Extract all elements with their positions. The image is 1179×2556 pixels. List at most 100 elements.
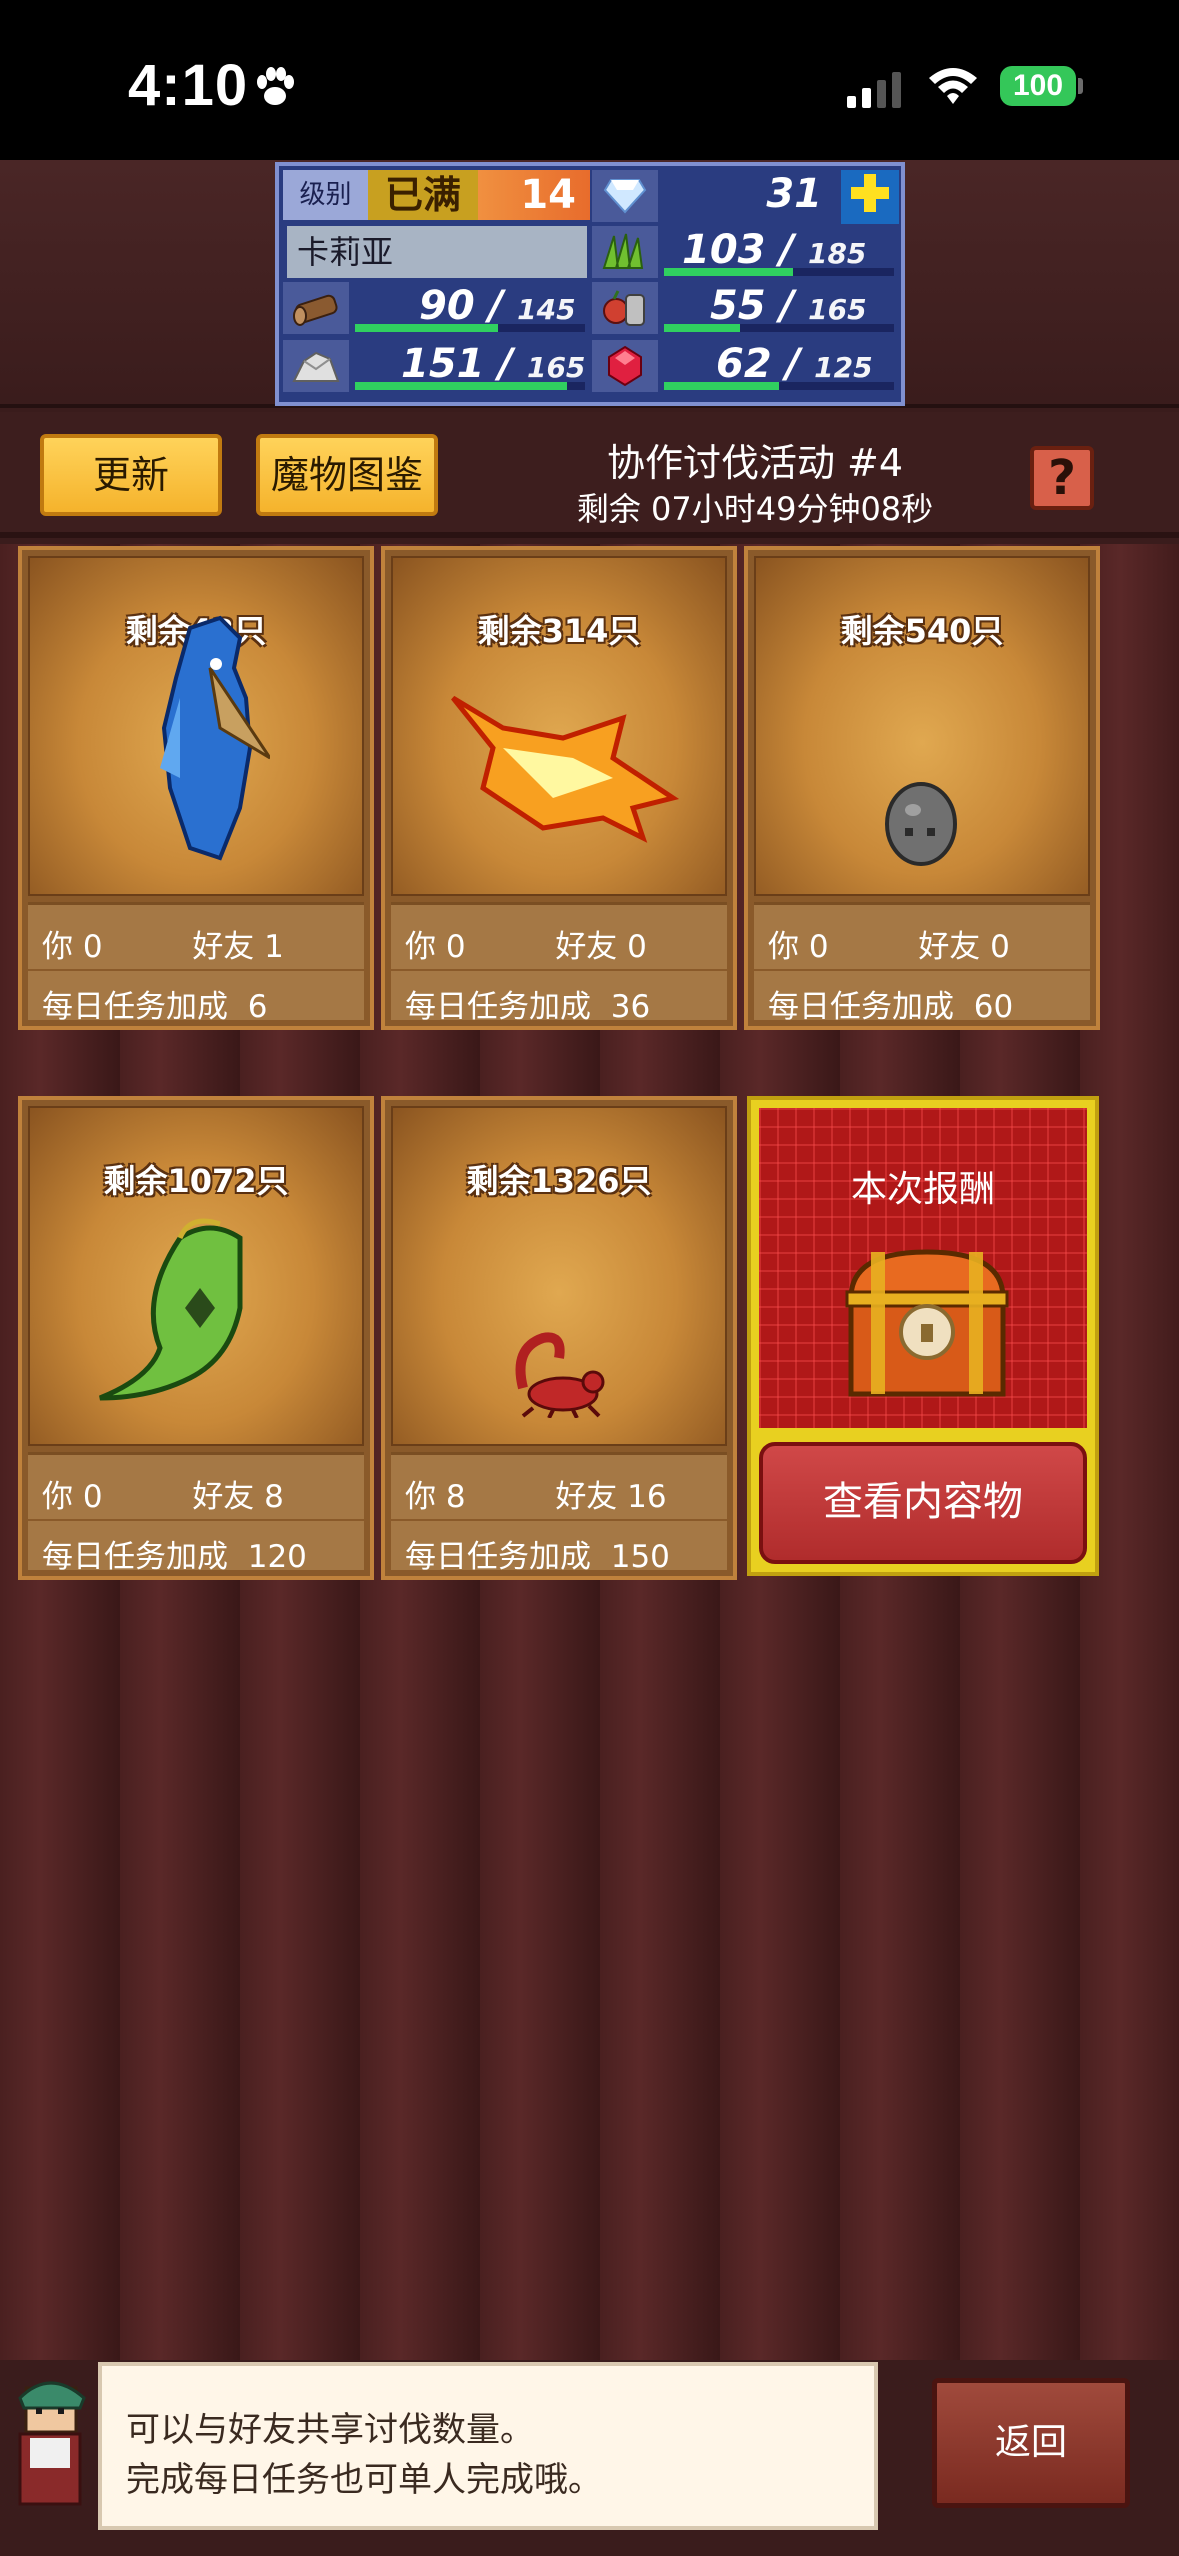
ore-max: 165 bbox=[526, 351, 586, 384]
monster-card-stats: 你 0 好友 0 每日任务加成 60 bbox=[754, 902, 1090, 1025]
ore-resource: 151 / 165 bbox=[351, 340, 591, 392]
you-label: 你 bbox=[405, 929, 436, 965]
refresh-button[interactable]: 更新 bbox=[40, 434, 222, 516]
monster-card-stats: 你 0 好友 8 每日任务加成 120 bbox=[28, 1452, 364, 1575]
you-label: 你 bbox=[42, 1479, 73, 1515]
kill-counts: 你 0 好友 8 bbox=[42, 1471, 284, 1516]
daily-bonus-label: 每日任务加成 bbox=[768, 989, 954, 1025]
kill-counts: 你 0 好友 0 bbox=[768, 921, 1010, 966]
kill-counts: 你 0 好友 0 bbox=[405, 921, 647, 966]
wood-resource: 90 / 145 bbox=[351, 282, 591, 334]
reward-panel: 本次报酬 bbox=[759, 1108, 1087, 1428]
player-stats-panel: 级别 已满 14 31 卡莉亚 103 / 185 90 / 145 55 / … bbox=[275, 162, 905, 406]
dialogue-line-1: 可以与好友共享讨伐数量。 bbox=[126, 2410, 534, 2450]
grass-value: 103 bbox=[682, 227, 766, 273]
dialogue-line-2: 完成每日任务也可单人完成哦。 bbox=[126, 2460, 602, 2500]
friends-label: 好友 bbox=[555, 929, 618, 965]
friends-count: 1 bbox=[264, 929, 284, 965]
you-count: 0 bbox=[808, 929, 829, 965]
daily-bonus: 每日任务加成 6 bbox=[42, 981, 267, 1026]
help-button[interactable]: ? bbox=[1030, 446, 1094, 510]
level-label: 级别 bbox=[283, 170, 368, 220]
ruby-bar-fill bbox=[664, 382, 779, 390]
daily-bonus: 每日任务加成 36 bbox=[405, 981, 650, 1026]
dialogue-bubble: 可以与好友共享讨伐数量。 完成每日任务也可单人完成哦。 bbox=[98, 2362, 878, 2530]
ruby-resource: 62 / 125 bbox=[660, 340, 900, 392]
kill-counts: 你 8 好友 16 bbox=[405, 1471, 667, 1516]
friends-count: 0 bbox=[627, 929, 647, 965]
ore-bar-fill bbox=[355, 382, 567, 390]
monster-card[interactable]: 剩余1072只 你 0 好友 8 每日任务加成 120 bbox=[18, 1096, 374, 1580]
you-count: 8 bbox=[445, 1479, 466, 1515]
friends-label: 好友 bbox=[918, 929, 981, 965]
friends-label: 好友 bbox=[555, 1479, 618, 1515]
you-count: 0 bbox=[445, 929, 466, 965]
monster-card-stats: 你 0 好友 1 每日任务加成 6 bbox=[28, 902, 364, 1025]
you-label: 你 bbox=[405, 1479, 436, 1515]
back-button[interactable]: 返回 bbox=[932, 2378, 1130, 2508]
you-count: 0 bbox=[82, 929, 103, 965]
fire-shark-monster-icon bbox=[451, 695, 680, 843]
you-label: 你 bbox=[768, 929, 799, 965]
grass-resource-icon bbox=[592, 226, 658, 278]
leaf-monster-icon bbox=[99, 1218, 243, 1401]
monster-card[interactable]: 剩余1326只 你 8 好友 16 每日任务加成 150 bbox=[381, 1096, 737, 1580]
event-timer: 剩余 07小时49分钟08秒 bbox=[576, 490, 934, 528]
battery-indicator: 100 bbox=[1000, 66, 1076, 106]
daily-bonus-value: 120 bbox=[247, 1539, 307, 1575]
you-count: 0 bbox=[82, 1479, 103, 1515]
daily-bonus: 每日任务加成 120 bbox=[42, 1531, 307, 1576]
daily-bonus-value: 150 bbox=[610, 1539, 670, 1575]
food-bar bbox=[664, 324, 894, 332]
monster-card[interactable]: 剩余540只 你 0 好友 0 每日任务加成 60 bbox=[744, 546, 1100, 1030]
food-max: 165 bbox=[808, 293, 867, 326]
ruby-value: 62 bbox=[716, 341, 772, 387]
view-contents-button[interactable]: 查看内容物 bbox=[759, 1442, 1087, 1564]
monster-card[interactable]: 剩余43只 你 0 好友 1 每日任务加成 6 bbox=[18, 546, 374, 1030]
friends-count: 0 bbox=[990, 929, 1010, 965]
ore-resource-icon bbox=[283, 340, 349, 392]
ruby-resource-icon bbox=[592, 340, 658, 392]
status-bar: 4:10 100 bbox=[0, 0, 1179, 160]
divider bbox=[391, 969, 727, 971]
reward-title: 本次报酬 bbox=[850, 1169, 995, 1210]
friends-count: 16 bbox=[627, 1479, 667, 1515]
player-name: 卡莉亚 bbox=[287, 226, 587, 278]
rock-monster-icon bbox=[885, 782, 957, 866]
add-gems-button[interactable] bbox=[841, 170, 899, 224]
blue-bird-monster-icon bbox=[160, 615, 270, 861]
grass-bar bbox=[664, 268, 894, 276]
wood-max: 145 bbox=[517, 293, 576, 326]
divider bbox=[754, 969, 1090, 971]
gem-count: 31 bbox=[660, 170, 838, 222]
monster-card-stats: 你 8 好友 16 每日任务加成 150 bbox=[391, 1452, 727, 1575]
daily-bonus: 每日任务加成 60 bbox=[768, 981, 1013, 1026]
battery-tip bbox=[1078, 78, 1083, 94]
food-value: 55 bbox=[710, 283, 766, 329]
diamond-icon bbox=[592, 170, 658, 222]
monster-card-art: 剩余540只 bbox=[754, 556, 1090, 896]
bestiary-button[interactable]: 魔物图鉴 bbox=[256, 434, 438, 516]
kill-counts: 你 0 好友 1 bbox=[42, 921, 284, 966]
daily-bonus: 每日任务加成 150 bbox=[405, 1531, 670, 1576]
level-value: 14 bbox=[478, 170, 590, 220]
food-resource-icon bbox=[592, 282, 658, 334]
divider bbox=[391, 1519, 727, 1521]
friends-label: 好友 bbox=[192, 929, 255, 965]
monster-card-art: 剩余1326只 bbox=[391, 1106, 727, 1446]
daily-bonus-value: 6 bbox=[247, 989, 268, 1025]
scorpion-monster-icon bbox=[515, 1332, 605, 1418]
wood-bar bbox=[355, 324, 585, 332]
you-label: 你 bbox=[42, 929, 73, 965]
monster-card-art: 剩余1072只 bbox=[28, 1106, 364, 1446]
grass-max: 185 bbox=[807, 237, 867, 270]
monster-card-art: 剩余43只 bbox=[28, 556, 364, 896]
paw-icon bbox=[257, 67, 294, 105]
food-bar-fill bbox=[664, 324, 740, 332]
daily-bonus-label: 每日任务加成 bbox=[405, 989, 591, 1025]
ruby-bar bbox=[664, 382, 894, 390]
wood-value: 90 bbox=[419, 283, 475, 329]
wood-resource-icon bbox=[283, 282, 349, 334]
monster-card[interactable]: 剩余314只 你 0 好友 0 每日任务加成 36 bbox=[381, 546, 737, 1030]
reward-card: 本次报酬 查看内容物 bbox=[747, 1096, 1099, 1576]
